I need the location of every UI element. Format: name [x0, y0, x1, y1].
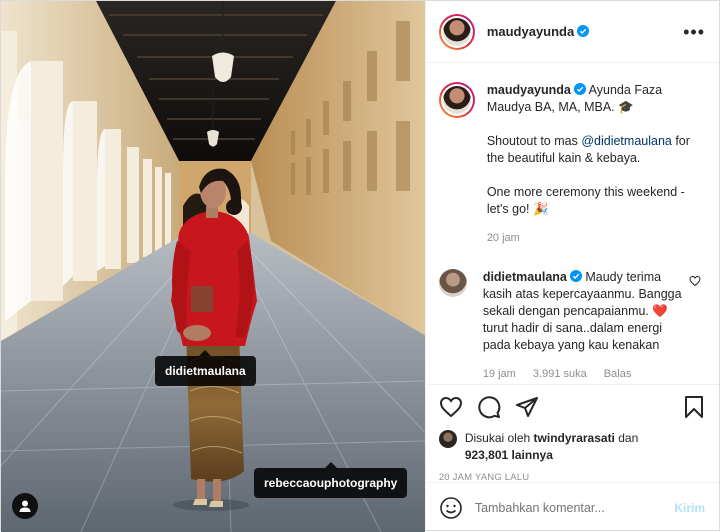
liker-avatar[interactable]	[438, 430, 457, 448]
caption-time[interactable]: 20 jam	[487, 230, 697, 247]
likes-summary: Disukai oleh twindyrarasati dan 923,801 …	[438, 430, 705, 464]
post-header: maudyayunda •••	[425, 1, 719, 63]
comment-body: didietmaulana Maudy terima kasih atas ke…	[483, 269, 683, 383]
caption-username[interactable]: maudyayunda	[487, 83, 571, 97]
liked-by-prefix: Disukai oleh	[464, 431, 531, 445]
caption-avatar[interactable]	[438, 82, 475, 118]
comment-time[interactable]: 19 jam	[483, 368, 516, 380]
person-icon	[19, 500, 31, 512]
post-actions: Disukai oleh twindyrarasati dan 923,801 …	[425, 384, 719, 483]
add-comment-bar: Kirim	[425, 482, 719, 532]
comment-item: didietmaulana Maudy terima kasih atas ke…	[438, 269, 705, 383]
comment-avatar[interactable]	[438, 269, 467, 297]
photo-scene	[1, 1, 425, 532]
mention-link[interactable]: @didietmaulana	[581, 134, 672, 148]
heart-emoji: ❤️	[652, 304, 668, 318]
liked-by-user[interactable]: twindyrarasati	[534, 431, 615, 445]
caption-line-3: One more ceremony this weekend - let's g…	[486, 185, 685, 216]
verified-badge-icon	[569, 270, 582, 282]
comment-icon[interactable]	[477, 395, 501, 419]
post-photo[interactable]: didietmaulana rebeccaouphotography	[1, 1, 425, 532]
more-options-icon[interactable]: •••	[683, 23, 705, 41]
comment-likes[interactable]: 3.991 suka	[533, 368, 587, 380]
comment-meta: 19 jam 3.991 suka Balas	[483, 366, 683, 383]
likes-count-suffix[interactable]: lainnya	[512, 448, 553, 462]
verified-badge-icon	[573, 83, 586, 95]
reply-button[interactable]: Balas	[604, 368, 632, 380]
comment-like-heart-icon[interactable]	[689, 275, 701, 287]
likes-count-number[interactable]: 923,801	[465, 448, 508, 462]
tagged-users-button[interactable]	[12, 493, 38, 519]
author-username[interactable]: maudyayunda	[487, 24, 590, 39]
likes-count[interactable]: 923,801 lainnya	[465, 448, 553, 462]
photo-tag-rebeccaouphotography[interactable]: rebeccaouphotography	[254, 462, 408, 498]
post-comment-button[interactable]: Kirim	[674, 501, 705, 515]
author-avatar[interactable]	[438, 13, 475, 50]
comment-input[interactable]	[474, 500, 665, 515]
verified-badge-icon	[577, 25, 590, 37]
liked-by-and: dan	[618, 431, 639, 445]
share-icon[interactable]	[515, 395, 539, 419]
caption: maudyayunda Ayunda Faza Maudya BA, MA, M…	[438, 82, 705, 247]
bookmark-icon[interactable]	[683, 395, 705, 419]
photo-tag-didietmaulana[interactable]: didietmaulana	[155, 350, 256, 386]
action-icons	[439, 394, 705, 420]
comment-username[interactable]: didietmaulana	[483, 270, 567, 284]
comments-list: maudyayunda Ayunda Faza Maudya BA, MA, M…	[426, 64, 719, 384]
emoji-icon[interactable]	[439, 496, 463, 520]
instagram-post: didietmaulana rebeccaouphotography maudy…	[0, 0, 720, 532]
caption-body: maudyayunda Ayunda Faza Maudya BA, MA, M…	[487, 82, 697, 247]
post-sidebar: maudyayunda ••• maudyayunda Ayunda Faza …	[424, 1, 719, 532]
heart-icon[interactable]	[439, 395, 463, 419]
author-username-text[interactable]: maudyayunda	[487, 24, 574, 39]
caption-line-2-pre: Shoutout to mas	[486, 134, 582, 148]
comment-text-post: turut hadir di sana..dalam energi pada k…	[482, 321, 663, 352]
